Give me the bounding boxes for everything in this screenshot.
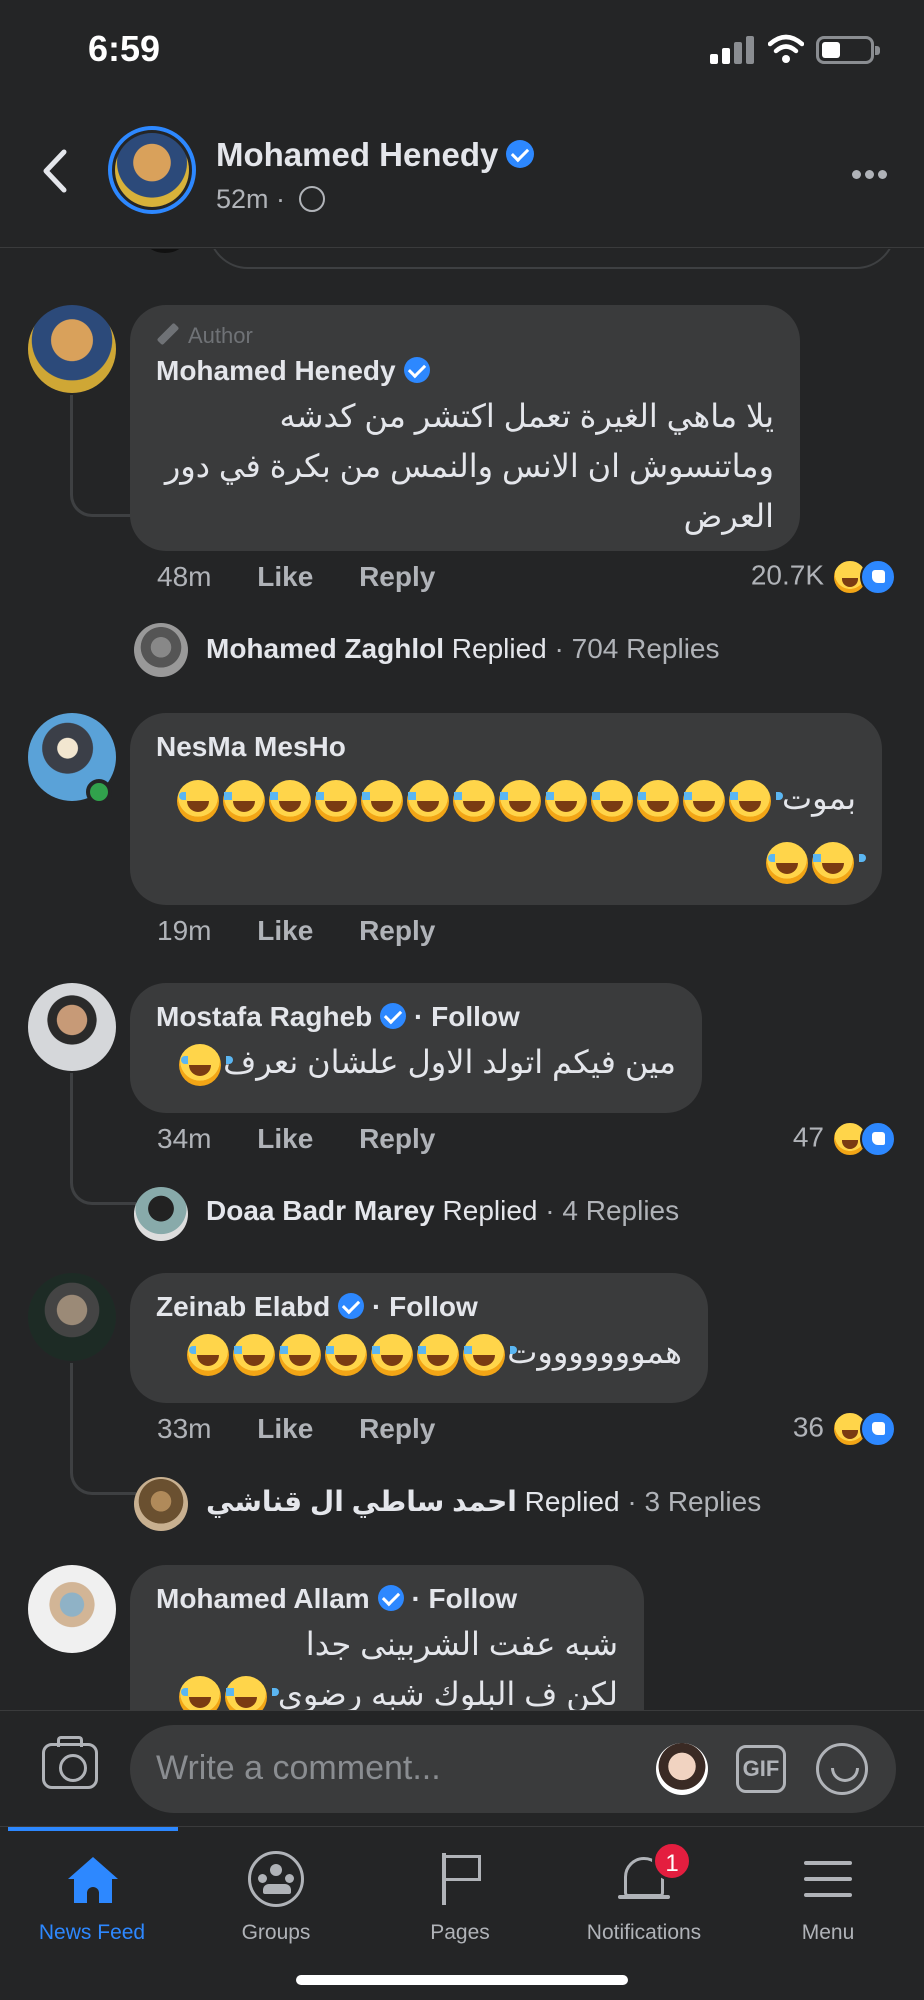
- like-button[interactable]: Like: [257, 1413, 313, 1444]
- back-icon[interactable]: [34, 146, 74, 196]
- tab-notifications[interactable]: 1 Notifications: [552, 1841, 736, 1945]
- reply-button[interactable]: Reply: [359, 561, 435, 592]
- comment-actions: 19m Like Reply: [157, 915, 435, 947]
- like-reaction-icon: [860, 1121, 896, 1157]
- reply-avatar: [134, 1477, 188, 1531]
- comment-text: هموووووووت: [156, 1327, 682, 1377]
- commenter-name[interactable]: NesMa MesHo: [156, 731, 856, 763]
- more-options-icon[interactable]: [852, 166, 891, 184]
- verified-icon: [380, 1002, 407, 1029]
- status-bar: 6:59: [0, 0, 924, 100]
- groups-icon: [244, 1847, 308, 1911]
- comment-actions: 34m Like Reply: [157, 1123, 435, 1155]
- flag-icon: [428, 1847, 492, 1911]
- online-indicator: [86, 779, 112, 805]
- like-reaction-icon: [860, 1411, 896, 1447]
- verified-icon: [403, 356, 430, 383]
- reply-avatar: [134, 1187, 188, 1241]
- like-button[interactable]: Like: [257, 1123, 313, 1154]
- commenter-name[interactable]: Mostafa Ragheb · Follow: [156, 1001, 676, 1033]
- view-replies-link[interactable]: Doaa Badr Marey Replied · 4 Replies: [206, 1195, 679, 1227]
- reaction-count[interactable]: 36: [793, 1411, 896, 1447]
- post-header: Mohamed Henedy 52m ·: [0, 100, 924, 248]
- comment-time: 48m: [157, 561, 212, 592]
- commenter-name[interactable]: Mohamed Allam · Follow: [156, 1583, 618, 1615]
- reply-avatar: [134, 623, 188, 677]
- author-avatar[interactable]: [108, 126, 196, 214]
- post-meta: 52m ·: [216, 184, 325, 215]
- emoji-icon[interactable]: [816, 1743, 868, 1795]
- active-tab-indicator: [8, 1827, 178, 1831]
- follow-button[interactable]: · Follow: [411, 1583, 517, 1614]
- view-replies-link[interactable]: Mohamed Zaghlol Replied · 704 Replies: [206, 633, 720, 665]
- bottom-tab-bar: News Feed Groups Pages 1 Notifications M…: [0, 1826, 924, 2000]
- notification-badge: 1: [652, 1841, 692, 1881]
- follow-button[interactable]: · Follow: [372, 1291, 478, 1322]
- thread-line: [70, 395, 136, 517]
- like-button[interactable]: Like: [257, 915, 313, 946]
- tab-menu[interactable]: Menu: [736, 1847, 920, 1945]
- reaction-count[interactable]: 20.7K: [751, 559, 896, 595]
- commenter-name[interactable]: Zeinab Elabd · Follow: [156, 1291, 682, 1323]
- verified-icon: [338, 1292, 365, 1319]
- view-replies-link[interactable]: احمد ساطي ال قناشي Replied · 3 Replies: [206, 1485, 761, 1518]
- battery-icon: [816, 36, 880, 64]
- camera-icon[interactable]: [42, 1736, 98, 1789]
- thread-line: [70, 1073, 136, 1205]
- comment-text: بموت: [156, 767, 866, 891]
- comment-time: 19m: [157, 915, 212, 946]
- home-indicator: [296, 1975, 628, 1985]
- comment-bubble[interactable]: Zeinab Elabd · Follow هموووووووت: [130, 1273, 708, 1403]
- home-icon: [60, 1847, 124, 1911]
- comment-bubble[interactable]: Author Mohamed Henedy يلا ماهي الغيرة تع…: [130, 305, 800, 551]
- partial-comment-box: [208, 249, 896, 269]
- commenter-avatar[interactable]: [28, 1273, 116, 1361]
- tab-groups[interactable]: Groups: [184, 1847, 368, 1945]
- comment-actions: 33m Like Reply: [157, 1413, 435, 1445]
- reply-button[interactable]: Reply: [359, 1413, 435, 1444]
- thread-line: [70, 1363, 136, 1495]
- comment-composer: Write a comment... GIF: [0, 1710, 924, 1826]
- commenter-avatar[interactable]: [28, 305, 116, 393]
- comment-time: 34m: [157, 1123, 212, 1154]
- menu-icon: [796, 1847, 860, 1911]
- comment-bubble[interactable]: NesMa MesHo بموت: [130, 713, 882, 905]
- comment-text: شبه عفت الشربينى جدا لكن ف البلوك شبه رض…: [156, 1619, 618, 1710]
- reaction-count[interactable]: 47: [793, 1121, 896, 1157]
- gif-icon[interactable]: GIF: [736, 1745, 786, 1793]
- comment-placeholder: Write a comment...: [156, 1749, 441, 1787]
- partial-avatar: [146, 249, 184, 253]
- author-badge: Author: [156, 322, 774, 349]
- tab-news-feed[interactable]: News Feed: [0, 1847, 184, 1945]
- globe-icon: [298, 185, 325, 212]
- comment-actions: 48m Like Reply: [157, 561, 435, 593]
- wifi-icon: [768, 34, 804, 63]
- comments-feed[interactable]: Author Mohamed Henedy يلا ماهي الغيرة تع…: [0, 249, 924, 1710]
- comment-bubble[interactable]: Mostafa Ragheb · Follow مين فيكم اتولد ا…: [130, 983, 702, 1113]
- author-name[interactable]: Mohamed Henedy: [216, 136, 535, 174]
- reply-button[interactable]: Reply: [359, 915, 435, 946]
- comment-bubble[interactable]: Mohamed Allam · Follow شبه عفت الشربينى …: [130, 1565, 644, 1710]
- commenter-avatar[interactable]: [28, 983, 116, 1071]
- comment-time: 33m: [157, 1413, 212, 1444]
- commenter-avatar[interactable]: [28, 1565, 116, 1653]
- status-time: 6:59: [88, 28, 161, 69]
- verified-icon: [506, 140, 535, 169]
- like-reaction-icon: [860, 559, 896, 595]
- signal-icon: [710, 36, 754, 64]
- comment-text: يلا ماهي الغيرة تعمل اكتشر من كدشه وماتن…: [164, 398, 774, 534]
- reply-button[interactable]: Reply: [359, 1123, 435, 1154]
- verified-icon: [377, 1584, 404, 1611]
- pencil-icon: [156, 322, 180, 346]
- comment-input[interactable]: Write a comment... GIF: [130, 1725, 896, 1813]
- avatar-sticker-icon[interactable]: [656, 1743, 708, 1795]
- comment-text: مين فيكم اتولد الاول علشان نعرف: [156, 1037, 676, 1087]
- commenter-name[interactable]: Mohamed Henedy: [156, 355, 774, 387]
- follow-button[interactable]: · Follow: [414, 1001, 520, 1032]
- tab-pages[interactable]: Pages: [368, 1847, 552, 1945]
- bell-icon: 1: [612, 1841, 692, 1911]
- like-button[interactable]: Like: [257, 561, 313, 592]
